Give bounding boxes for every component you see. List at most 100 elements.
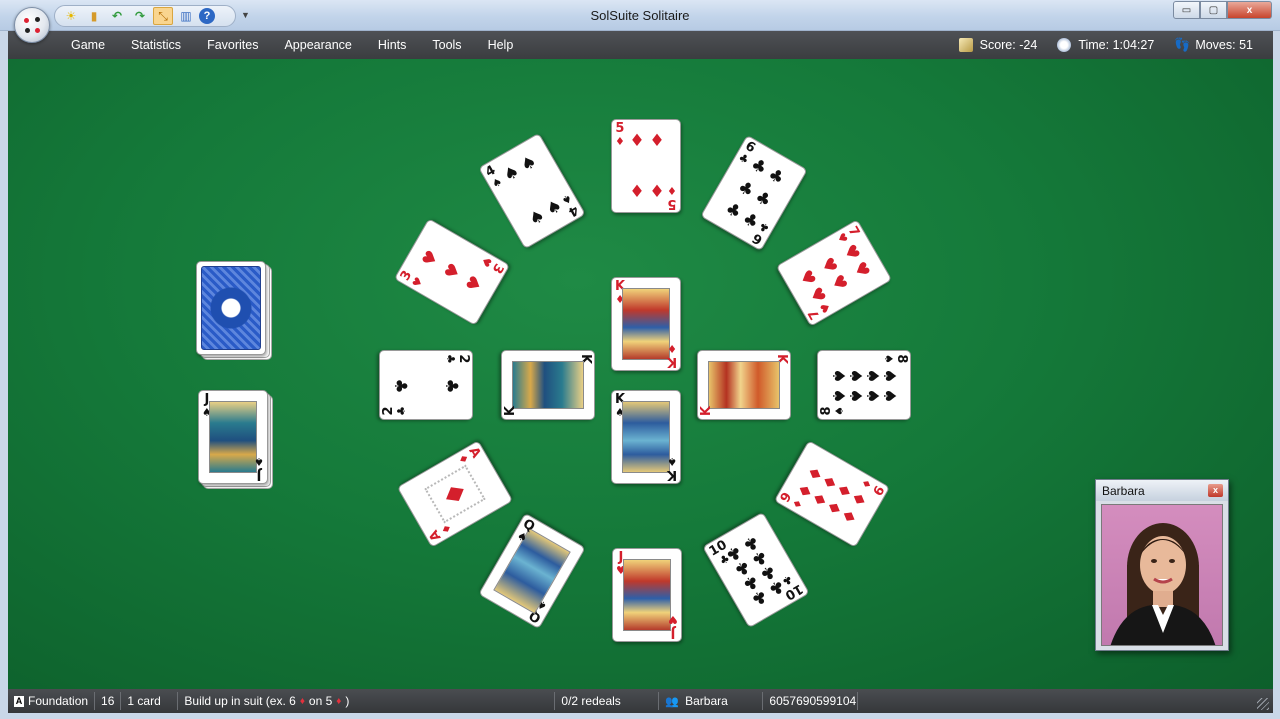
close-button[interactable]: x [1227,1,1272,19]
footprints-icon: 👣 [1174,37,1191,52]
pip: ♣ [751,186,775,212]
card-queen-spades[interactable]: Q ♠ Q ♠ [478,512,586,630]
status-redeals: 0/2 redeals [555,692,660,710]
pip: ♣ [764,164,788,190]
card-rank: 8 [894,354,909,364]
player-panel-header: Barbara x [1096,480,1228,501]
status-count: 16 [95,692,122,710]
card-rank: K [666,354,677,369]
pip: ♥ [440,259,466,283]
card-king-diamonds[interactable]: K ♦ K ♦ [611,277,681,371]
card-4-spades[interactable]: 4 ♠ ♠ ♠ ♠ ♠ 4 ♠ [478,132,586,250]
face-card-art [622,401,670,473]
status-cards: 1 card [121,692,179,710]
card-rank: J [670,625,676,640]
status-player-name: Barbara [685,694,728,708]
card-10-clubs[interactable]: 10 ♣ ♣ ♣ ♣ ♣ ♣ ♣ ♣ ♣ 10 ♣ [702,511,810,629]
pip: ♦ [649,182,665,202]
menu-favorites[interactable]: Favorites [194,38,271,52]
face-card-art [209,401,257,473]
card-3-hearts[interactable]: 3 ♥ ♥ ♥ ♥ 3 ♥ [393,218,511,326]
card-suit: ♦ [667,184,677,197]
card-jack-hearts[interactable]: J ♥ J ♥ [612,548,682,642]
window-title: SolSuite Solitaire [590,8,690,23]
status-pile: A Foundation [8,692,96,710]
card-suit: ♦ [615,135,625,148]
card-king-clubs[interactable]: K K [501,350,595,420]
pip: ♠ [500,161,524,187]
status-pile-name: Foundation [28,694,89,708]
status-rule-suffix: ) [345,694,350,708]
card-5-diamonds[interactable]: 5 ♦ ♦ ♦ ♦ ♦ 5 ♦ [611,119,681,213]
pip: ♣ [734,176,758,202]
card-8-spades[interactable]: 8 ♠ ♠ ♠ ♠ ♠ ♠ ♠ ♠ ♠ 8 ♠ [817,350,911,420]
pip: ♥ [794,266,820,290]
status-rule: Build up in suit (ex. 6 ♦ on 5 ♦ ) [178,692,556,710]
player-panel-close-button[interactable]: x [1208,484,1223,497]
card-suit: ♥ [668,613,678,626]
pip: ♠ [845,388,865,404]
card-suit: ♠ [667,455,677,468]
pip: ♥ [826,271,852,295]
menu-appearance[interactable]: Appearance [271,38,364,52]
player-portrait-image [1110,523,1216,645]
pip: ♥ [418,247,444,271]
score-stat: Score: -24 [958,38,1037,52]
face-card-art [708,361,780,409]
card-rank: 5 [615,121,625,136]
menu-tools[interactable]: Tools [419,38,474,52]
app-menu-button[interactable] [14,7,50,43]
face-card-art [512,361,584,409]
stock-pile[interactable] [196,261,266,355]
resize-grip-icon[interactable] [1257,698,1269,710]
pip: ♣ [747,154,771,180]
pip: ♦ [629,182,645,202]
card-rank: 2 [381,406,396,416]
card-suit: ♦ [667,342,677,355]
card-king-hearts[interactable]: K K [697,350,791,420]
maximize-button[interactable]: ▢ [1200,1,1227,19]
moves-value: 51 [1239,38,1253,52]
player-name: Barbara [1102,484,1145,498]
time-stat: Time: 1:04:27 [1057,38,1154,52]
card-7-hearts[interactable]: 7 ♥ ♥ ♥ ♥ ♥ ♥ ♥ 7 ♥ [775,219,893,327]
time-value: 1:04:27 [1112,38,1155,52]
status-player: 👥 Barbara [659,692,764,710]
status-game-number: 6057690599104 [763,692,859,710]
card-9-diamonds[interactable]: 9 ♦ ♦ ♦ ♦ ♦ ♦ ♦ ♦ ♦ 9 ♦ [773,440,891,548]
ace-pip: ♦ [424,464,486,524]
pip: ♠ [845,368,865,384]
window-controls: ▭ ▢ x [1173,1,1272,19]
card-ace-diamonds[interactable]: A ♦ ♦ A ♦ [396,440,514,548]
status-rule-on: on 5 [308,694,333,708]
card-rank: J [256,467,262,482]
face-card-art [493,527,571,615]
menu-statistics[interactable]: Statistics [118,38,194,52]
card-6-clubs[interactable]: 6 ♣ ♣ ♣ ♣ ♣ ♣ ♣ 6 ♣ [700,134,808,252]
card-rank: K [699,405,714,416]
score-label: Score: [979,38,1016,52]
menu-hints[interactable]: Hints [365,38,419,52]
pip: ♦ [629,131,645,151]
diamond-icon: ♦ [336,695,342,707]
status-rule-prefix: Build up in suit (ex. 6 [184,694,296,708]
pip: ♣ [441,378,461,394]
pip: ♠ [879,368,899,384]
waste-pile-jack[interactable]: J ♠ J ♠ [198,390,268,484]
menu-game[interactable]: Game [58,38,118,52]
card-rank: 5 [667,196,677,211]
card-suit: ♠ [833,406,846,416]
pip: ♠ [862,368,882,384]
pip: ♣ [721,198,745,224]
menu-help[interactable]: Help [475,38,527,52]
minimize-button[interactable]: ▭ [1173,1,1200,19]
score-icon [958,38,973,52]
card-rank: 8 [819,406,834,416]
player-avatar [1101,504,1223,646]
card-rank: 2 [456,354,471,364]
menu-bar: Game Statistics Favorites Appearance Hin… [8,31,1273,59]
foundation-icon: A [14,695,24,707]
card-2-clubs[interactable]: 2 ♣ ♣ ♣ 2 ♣ [379,350,473,420]
card-king-spades[interactable]: K ♠ K ♠ [611,390,681,484]
pip: ♥ [848,258,874,282]
